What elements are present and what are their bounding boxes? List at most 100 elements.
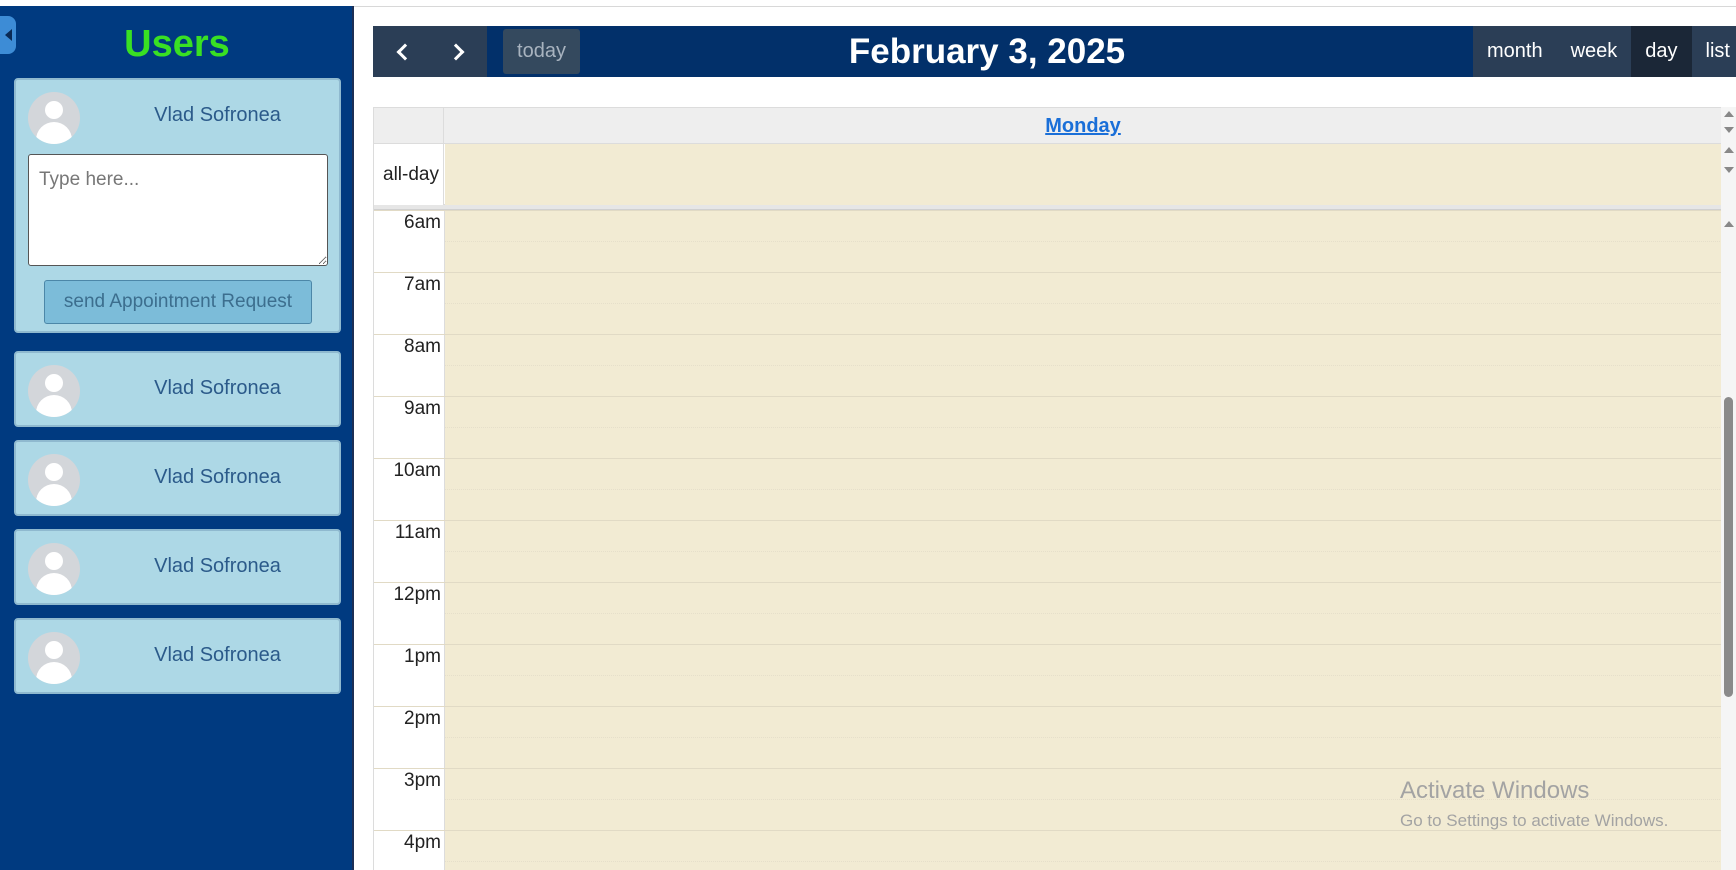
hour-label: 10am	[393, 460, 441, 481]
hour-row[interactable]: 8am	[374, 334, 1722, 396]
top-border	[354, 6, 1736, 7]
user-card[interactable]: Vlad Sofronea	[14, 618, 341, 694]
hour-row[interactable]: 6am	[374, 210, 1722, 272]
scroll-down-arrow-icon[interactable]	[1724, 167, 1734, 173]
message-textarea[interactable]	[28, 154, 328, 266]
hour-label: 2pm	[404, 708, 441, 729]
half-hour-line	[445, 241, 1722, 242]
day-grid: Monday all-day 6am 7am 8am 9am 10am 11am 12pm 1…	[373, 107, 1722, 870]
hour-row[interactable]: 7am	[374, 272, 1722, 334]
hour-row[interactable]: 2pm	[374, 706, 1722, 768]
day-header: Monday	[374, 107, 1722, 144]
user-name: Vlad Sofronea	[154, 644, 281, 666]
half-hour-line	[445, 365, 1722, 366]
user-card-expanded[interactable]: Vlad Sofronea send Appointment Request	[14, 78, 341, 333]
hour-row[interactable]: 11am	[374, 520, 1722, 582]
today-button[interactable]: today	[503, 29, 580, 74]
hour-line	[374, 706, 1722, 707]
watermark-subtitle: Go to Settings to activate Windows.	[1400, 811, 1669, 830]
user-card[interactable]: Vlad Sofronea	[14, 351, 341, 427]
hour-label: 6am	[404, 212, 441, 233]
all-day-row: all-day	[374, 144, 1722, 205]
avatar	[28, 632, 80, 684]
half-hour-line	[445, 613, 1722, 614]
windows-activation-watermark: Activate Windows Go to Settings to activ…	[1400, 777, 1668, 831]
scroll-down-arrow-icon[interactable]	[1724, 127, 1734, 133]
avatar-head	[45, 641, 63, 659]
scroll-up-arrow-icon[interactable]	[1724, 147, 1734, 153]
watermark-title: Activate Windows	[1400, 777, 1590, 804]
half-hour-line	[445, 737, 1722, 738]
hour-line	[374, 210, 1722, 211]
chevron-left-icon	[396, 43, 413, 60]
send-appointment-request-button[interactable]: send Appointment Request	[44, 280, 312, 324]
time-slots[interactable]: 6am 7am 8am 9am 10am 11am 12pm 1pm 2pm 3pm 4pm	[374, 210, 1722, 870]
hour-label: 1pm	[404, 646, 441, 667]
hour-label: 9am	[404, 398, 441, 419]
avatar-head	[45, 552, 63, 570]
half-hour-line	[445, 489, 1722, 490]
hour-line	[374, 768, 1722, 769]
view-month-button[interactable]: month	[1473, 26, 1557, 77]
avatar-head	[45, 101, 63, 119]
chevron-right-icon	[447, 43, 464, 60]
user-name: Vlad Sofronea	[154, 555, 281, 577]
app: Users Vlad Sofronea send Appointment Req…	[0, 0, 1736, 870]
avatar	[28, 454, 80, 506]
hour-line	[374, 396, 1722, 397]
hour-row[interactable]: 1pm	[374, 644, 1722, 706]
hour-label: 7am	[404, 274, 441, 295]
hour-line	[374, 272, 1722, 273]
calendar-scrollbar[interactable]	[1721, 107, 1736, 870]
axis-header-cell	[374, 108, 444, 144]
scroll-up-arrow-icon[interactable]	[1724, 111, 1734, 117]
hour-label: 4pm	[404, 832, 441, 853]
hour-line	[374, 644, 1722, 645]
half-hour-line	[445, 427, 1722, 428]
scroll-up-arrow-icon[interactable]	[1724, 221, 1734, 227]
half-hour-line	[445, 303, 1722, 304]
avatar-head	[45, 463, 63, 481]
all-day-cell[interactable]	[445, 144, 1722, 205]
hour-line	[374, 520, 1722, 521]
hour-line	[374, 582, 1722, 583]
user-card[interactable]: Vlad Sofronea	[14, 529, 341, 605]
hour-row[interactable]: 9am	[374, 396, 1722, 458]
user-name: Vlad Sofronea	[154, 377, 281, 399]
prev-button[interactable]	[373, 26, 430, 77]
user-name: Vlad Sofronea	[154, 104, 281, 126]
avatar	[28, 92, 80, 144]
scrollbar-thumb[interactable]	[1724, 397, 1733, 697]
sidebar-title: Users	[124, 23, 230, 65]
view-day-button[interactable]: day	[1631, 26, 1692, 77]
avatar-body	[36, 395, 72, 417]
hour-line	[374, 458, 1722, 459]
all-day-label: all-day	[374, 144, 444, 205]
half-hour-line	[445, 861, 1722, 862]
next-button[interactable]	[430, 26, 487, 77]
day-name-link[interactable]: Monday	[444, 115, 1722, 138]
hour-row[interactable]: 4pm	[374, 830, 1722, 870]
view-week-button[interactable]: week	[1556, 26, 1632, 77]
view-switcher: month week day list	[1473, 26, 1736, 77]
calendar-title: February 3, 2025	[848, 32, 1126, 71]
hour-row[interactable]: 12pm	[374, 582, 1722, 644]
hour-label: 11am	[394, 522, 441, 543]
users-sidebar: Users Vlad Sofronea send Appointment Req…	[0, 6, 354, 870]
user-name: Vlad Sofronea	[154, 466, 281, 488]
hour-row[interactable]: 10am	[374, 458, 1722, 520]
nav-button-group	[373, 26, 487, 77]
avatar-body	[36, 662, 72, 684]
hour-label: 12pm	[393, 584, 441, 605]
avatar-body	[36, 484, 72, 506]
half-hour-line	[445, 675, 1722, 676]
half-hour-line	[445, 551, 1722, 552]
user-card[interactable]: Vlad Sofronea	[14, 440, 341, 516]
avatar-head	[45, 374, 63, 392]
view-list-button[interactable]: list	[1691, 26, 1736, 77]
avatar	[28, 365, 80, 417]
hour-label: 8am	[404, 336, 441, 357]
hour-label: 3pm	[404, 770, 441, 791]
avatar-body	[36, 573, 72, 595]
hour-line	[374, 334, 1722, 335]
